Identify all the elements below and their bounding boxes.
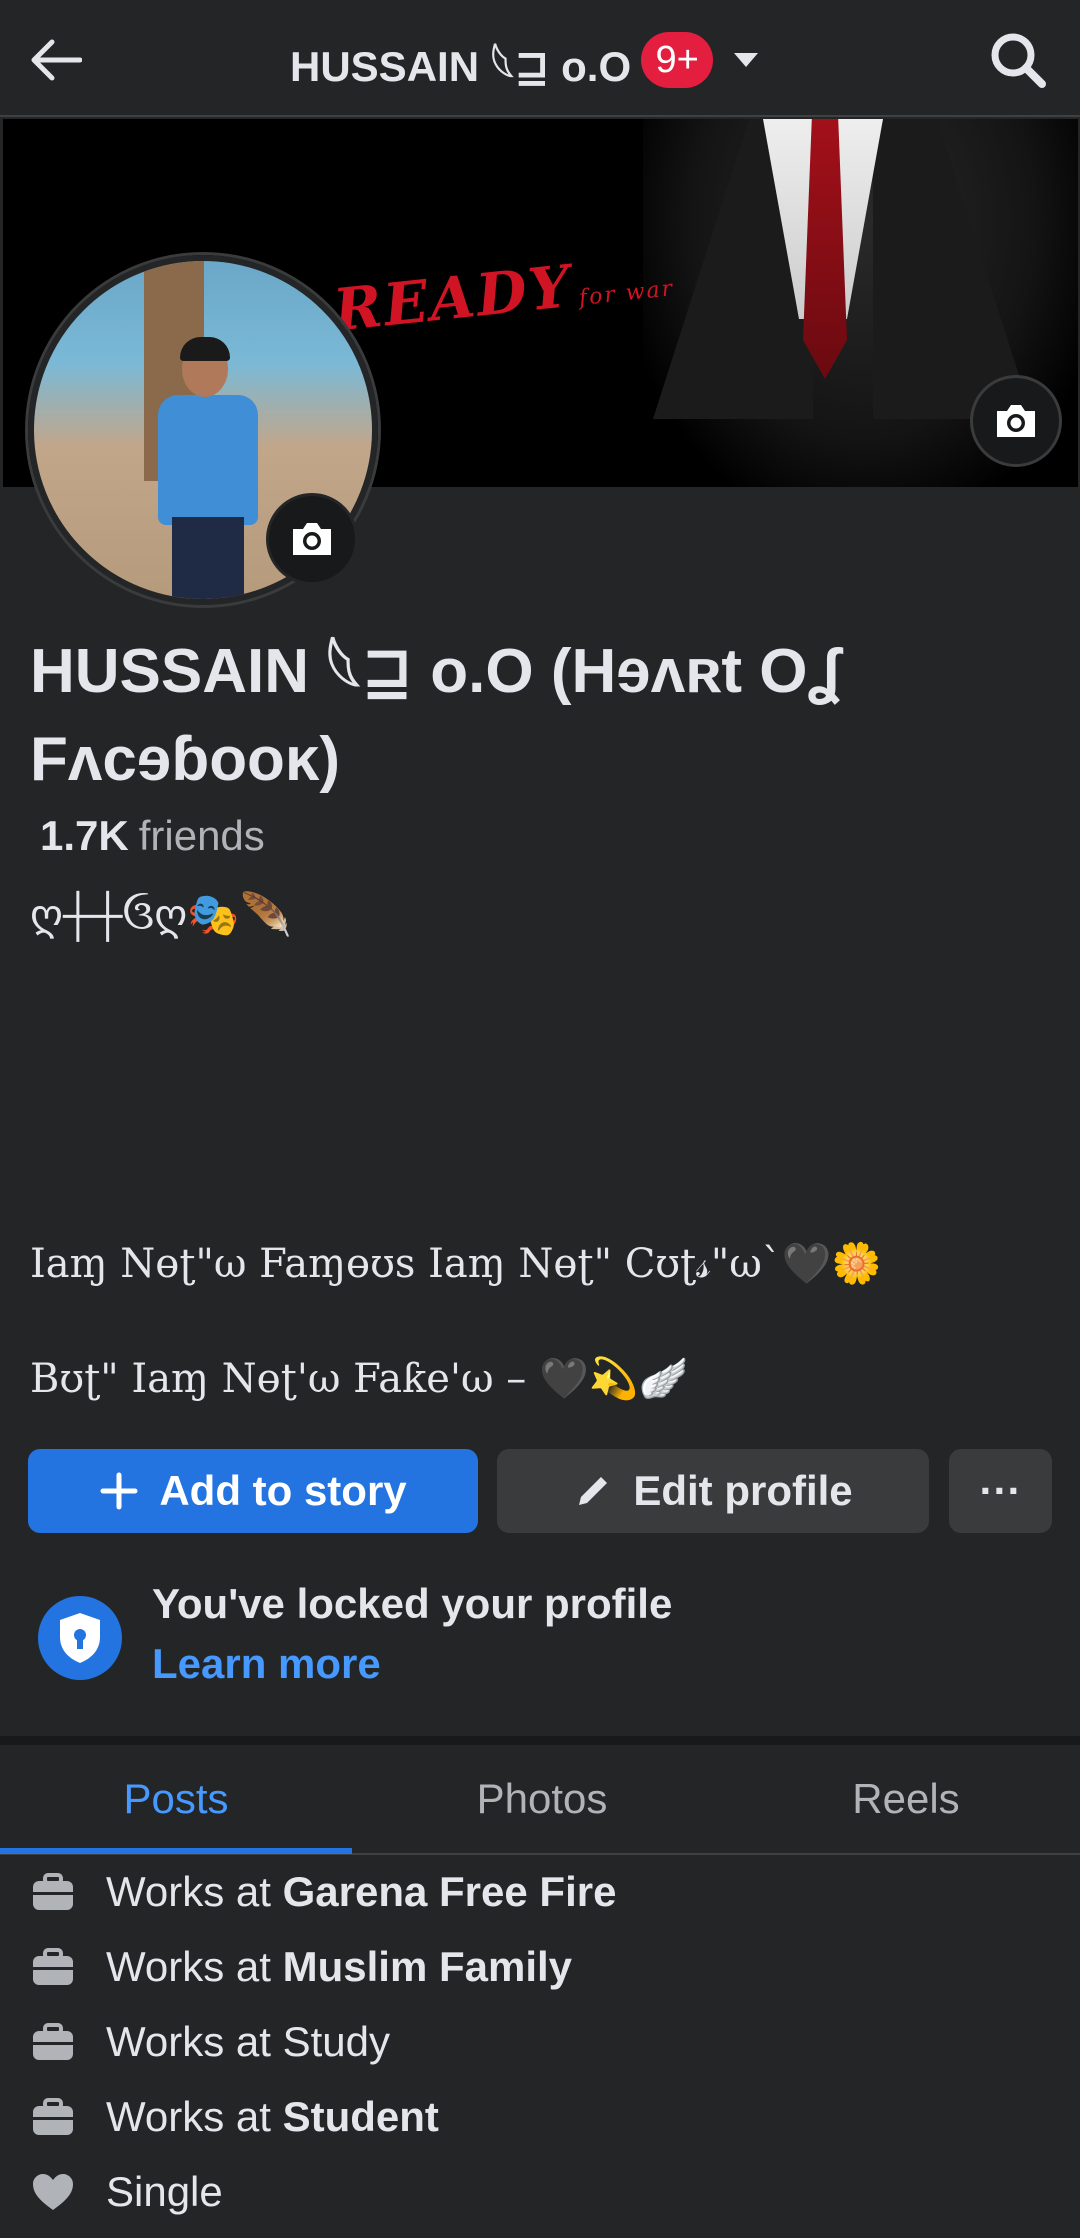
- briefcase-icon: [30, 1944, 76, 1990]
- search-icon: [991, 33, 1046, 88]
- briefcase-icon: [30, 2019, 76, 2065]
- profile-tabs: Posts Photos Reels: [0, 1745, 1080, 1855]
- detail-text: Works at Muslim Family: [106, 1943, 573, 1990]
- camera-icon: [293, 523, 331, 555]
- cover-text-sub: for war: [577, 276, 676, 312]
- search-button[interactable]: [984, 26, 1052, 94]
- cover-text: READY for war: [330, 241, 676, 345]
- briefcase-icon: [30, 2094, 76, 2140]
- bio-line-2: Iaɱ Nɵʈ"ω Faɱɵʊs Iaɱ Nɵʈ" Cʊʈ𝓈"ω`🖤🌼: [30, 1241, 882, 1287]
- pencil-icon: [579, 1477, 608, 1505]
- edit-profile-button[interactable]: Edit profile: [497, 1449, 929, 1533]
- avatar-person: [154, 337, 264, 599]
- shield-lock-icon: [60, 1613, 100, 1663]
- more-options-button[interactable]: ···: [949, 1449, 1052, 1533]
- top-title-text: HUSSAIN 𓆩⊒ o.O: [290, 43, 632, 90]
- detail-work-1: Works at Garena Free Fire: [30, 1860, 616, 1924]
- active-tab-indicator: [0, 1848, 352, 1854]
- cover-text-main: READY: [330, 251, 576, 345]
- tab-reels[interactable]: Reels: [732, 1745, 1080, 1853]
- section-separator: [0, 1736, 1080, 1745]
- detail-text: Works at Student: [106, 2093, 439, 2140]
- lock-notice-title: You've locked your profile: [152, 1580, 673, 1627]
- detail-text: Works at Study: [106, 2018, 390, 2065]
- plus-icon: [100, 1472, 138, 1510]
- detail-relationship: Single: [30, 2160, 223, 2224]
- friends-number: 1.7K: [40, 812, 129, 859]
- edit-cover-button[interactable]: [970, 375, 1062, 467]
- camera-icon: [997, 405, 1035, 437]
- top-bar: HUSSAIN 𓆩⊒ o.O 9+: [0, 0, 1080, 117]
- detail-text: Works at Garena Free Fire: [106, 1868, 617, 1915]
- tab-posts[interactable]: Posts: [0, 1745, 352, 1853]
- friends-label: friends: [138, 812, 265, 859]
- detail-work-4: Works at Student: [30, 2085, 439, 2149]
- bio-line-1: ღ┼┼ઉღ🎭🪶: [30, 891, 292, 938]
- add-to-story-label: Add to story: [159, 1467, 407, 1514]
- profile-screen: HUSSAIN 𓆩⊒ o.O 9+ READY for war HUSSAIN …: [0, 0, 1080, 2238]
- more-dots-icon: ···: [979, 1467, 1022, 1514]
- add-to-story-button[interactable]: Add to story: [28, 1449, 478, 1533]
- detail-work-2: Works at Muslim Family: [30, 1935, 572, 1999]
- profile-lock-badge: [38, 1596, 122, 1680]
- learn-more-link[interactable]: Learn more: [152, 1640, 381, 1688]
- bio-line-3: Bʊʈ" Iaɱ Nɵʈ'ω Faƙe'ω – 🖤💫🪽: [30, 1356, 689, 1402]
- edit-profile-label: Edit profile: [633, 1467, 853, 1514]
- arrow-left-icon: [31, 39, 82, 81]
- heart-icon: [30, 2169, 76, 2215]
- briefcase-icon: [30, 1869, 76, 1915]
- profile-name: HUSSAIN 𓆩⊒ o.O (Hɘʌʀt Oʆ Fʌcɘɓooĸ): [30, 637, 841, 794]
- back-button[interactable]: [24, 28, 88, 92]
- tab-photos[interactable]: Photos: [352, 1745, 732, 1853]
- detail-text: Single: [106, 2168, 223, 2215]
- friends-count[interactable]: 1.7K friends: [40, 812, 265, 860]
- caret-down-icon: [733, 52, 759, 68]
- profile-switcher[interactable]: HUSSAIN 𓆩⊒ o.O 9+: [290, 30, 759, 90]
- edit-profile-picture-button[interactable]: [266, 493, 358, 585]
- notification-badge: 9+: [641, 32, 714, 88]
- detail-work-3: Works at Study: [30, 2010, 390, 2074]
